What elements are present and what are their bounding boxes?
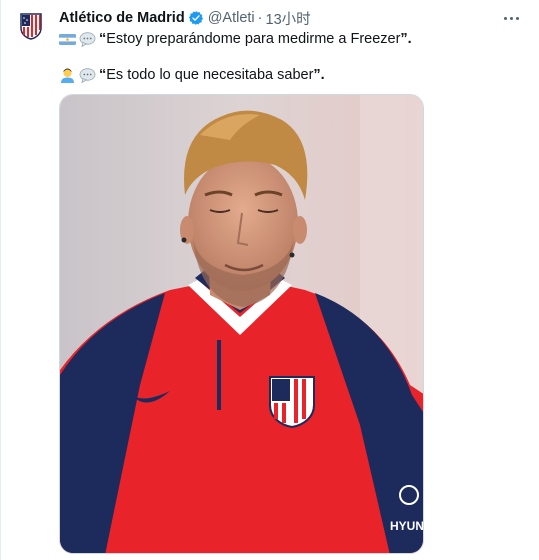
open-quote: “ — [99, 67, 107, 83]
atletico-crest-icon — [20, 13, 42, 40]
separator: · — [257, 10, 263, 26]
timestamp[interactable]: 13小时 — [266, 8, 311, 29]
tweet-text-line-2: “ Es todo lo que necesitaba saber ”. — [59, 65, 325, 85]
argentina-flag-icon — [59, 33, 76, 45]
handle[interactable]: @Atleti — [208, 10, 255, 26]
tweet-photo[interactable]: HYUN — [59, 94, 424, 554]
sleeve-sponsor-text: HYUN — [390, 519, 424, 533]
close-quote: ”. — [313, 67, 325, 83]
close-quote: ”. — [400, 31, 412, 47]
tweet-text-line-1: “ Estoy preparándome para medirme a Free… — [59, 29, 412, 49]
open-quote: “ — [99, 31, 107, 47]
tweet[interactable]: Atlético de Madrid @Atleti · 13小时 “ Esto… — [0, 0, 539, 560]
display-name[interactable]: Atlético de Madrid — [59, 10, 185, 26]
avatar[interactable] — [13, 8, 49, 44]
speech-bubble-icon — [79, 31, 96, 47]
tweet-header: Atlético de Madrid @Atleti · 13小时 — [59, 8, 311, 28]
speech-bubble-icon — [79, 67, 96, 83]
person-icon — [61, 68, 74, 83]
player-photo: HYUN — [60, 95, 424, 553]
quote-text: Es todo lo que necesitaba saber — [106, 67, 314, 83]
quote-text: Estoy preparándome para medirme a Freeze… — [106, 31, 401, 47]
verified-badge-icon — [188, 11, 203, 25]
more-options-icon[interactable] — [501, 10, 521, 26]
